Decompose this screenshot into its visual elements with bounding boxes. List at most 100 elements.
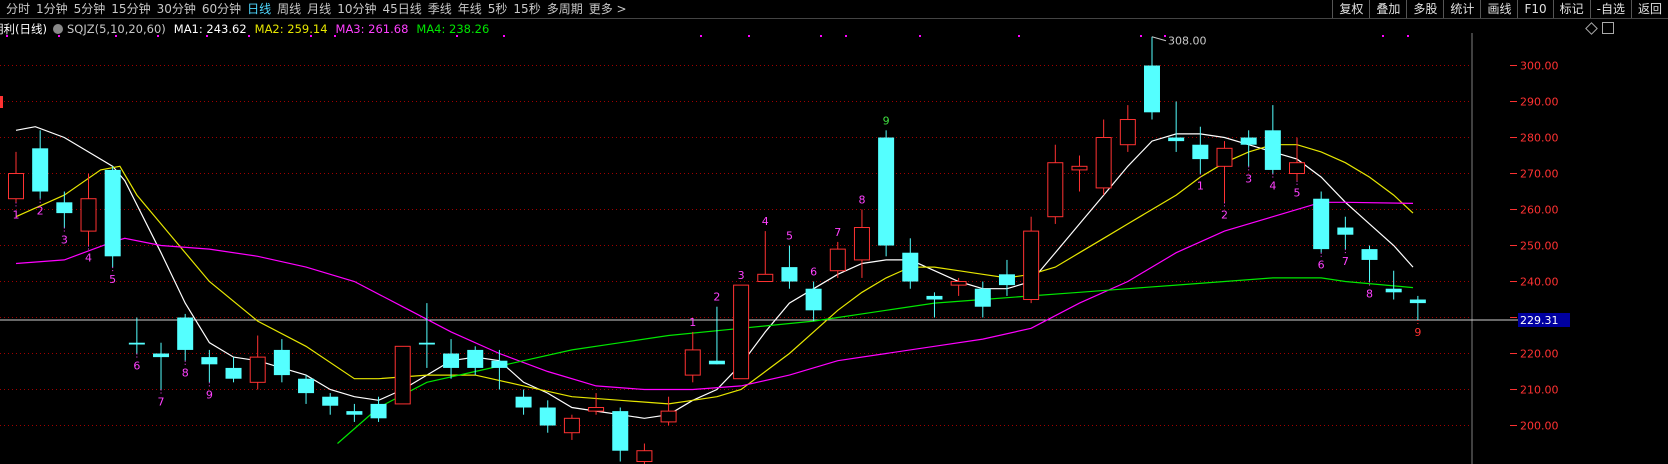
period-tab[interactable]: 年线	[452, 0, 482, 18]
td-count-label: 7	[834, 226, 841, 239]
candle-body	[1119, 119, 1136, 146]
candle-body	[515, 396, 532, 408]
candle-body	[8, 173, 24, 200]
td-count-label: 5	[786, 230, 793, 243]
axis-label: 290.00	[1520, 96, 1559, 109]
axis-label: 200.00	[1520, 420, 1559, 433]
candle-body	[394, 345, 411, 405]
current-price-label: 229.31	[1520, 314, 1559, 327]
right-tools: 复权 叠加 多股 统计 画线 F10 标记 -自选 返回	[1332, 0, 1668, 18]
candle-body	[443, 353, 460, 368]
candle-body	[80, 198, 97, 232]
period-tab[interactable]: 5秒	[482, 0, 508, 18]
td-count-label: 9	[206, 388, 213, 401]
period-tab[interactable]: 多周期	[541, 0, 583, 18]
ma2-value: MA2: 259.14	[254, 22, 328, 36]
td-count-label: 5	[1294, 187, 1301, 200]
candle-body	[1264, 130, 1281, 170]
candle-body	[612, 411, 629, 451]
top-dot	[503, 35, 505, 37]
candle-body	[370, 403, 387, 419]
candle-body	[418, 342, 435, 345]
candle-body	[902, 252, 919, 282]
candle-body	[1240, 137, 1257, 145]
period-tab[interactable]: 日线	[241, 0, 271, 18]
period-tab[interactable]: 10分钟	[331, 0, 376, 18]
top-dot	[1140, 35, 1142, 37]
td-count-label: 6	[1318, 259, 1325, 272]
toolbar: 分时 1分钟 5分钟 15分钟 30分钟 60分钟 日线 周线 月线 10分钟 45日线 季线 年线 5秒…	[0, 0, 1668, 19]
period-tab[interactable]: 5分钟	[68, 0, 106, 18]
top-dot	[748, 35, 750, 37]
tool-button[interactable]: 返回	[1630, 0, 1668, 18]
candle-body	[1361, 249, 1378, 260]
top-dot	[700, 35, 702, 37]
candle-body	[1192, 144, 1209, 160]
max-price-label: 308.00	[1168, 35, 1207, 48]
td-count-label: 5	[109, 273, 116, 286]
td-count-label: 1	[689, 316, 696, 329]
period-tab[interactable]: 分时	[0, 0, 30, 18]
tool-button[interactable]: 统计	[1443, 0, 1480, 18]
indicator-name[interactable]: SQJZ(5,10,20,60)	[67, 22, 166, 36]
period-tab[interactable]: 45日线	[376, 0, 421, 18]
candle-body	[467, 349, 484, 368]
axis-label: 210.00	[1520, 384, 1559, 397]
window-icon[interactable]	[1602, 22, 1614, 34]
candle-body	[878, 137, 895, 246]
candle-body	[153, 353, 170, 358]
price-grid	[0, 33, 1520, 464]
td-count-label: 3	[738, 269, 745, 282]
tool-button[interactable]: 多股	[1406, 0, 1443, 18]
td-count-label: 8	[1366, 288, 1373, 301]
candle-body	[950, 281, 967, 286]
tool-button[interactable]: F10	[1517, 0, 1552, 18]
candle-body	[322, 396, 339, 406]
axis-label: 250.00	[1520, 240, 1559, 253]
settings-icon[interactable]	[52, 24, 63, 34]
candle-body	[1071, 165, 1088, 171]
td-count-label: 1	[1197, 180, 1204, 193]
tool-button[interactable]: -自选	[1589, 0, 1631, 18]
tool-button[interactable]: 叠加	[1369, 0, 1406, 18]
tool-button[interactable]: 标记	[1552, 0, 1590, 18]
candle-body	[1385, 288, 1402, 293]
candle-body	[1023, 230, 1040, 301]
candle-body	[757, 273, 774, 283]
period-tab[interactable]: 15秒	[507, 0, 540, 18]
period-tab[interactable]: 月线	[301, 0, 331, 18]
ma4-value: MA4: 238.26	[416, 22, 490, 36]
period-tab[interactable]: 1分钟	[30, 0, 68, 18]
td-count-label: 7	[1342, 255, 1349, 268]
tool-button[interactable]: 画线	[1480, 0, 1517, 18]
td-count-label: 9	[883, 114, 890, 127]
candle-body	[829, 248, 846, 272]
axis-label: 270.00	[1520, 168, 1559, 181]
kline-chart[interactable]: 1 2 3 4 5 6 7 8 9 1 2 3 4 5 6 7 8 9 1 2 3 4 5 6 7 8 9 308.00 200.00…	[0, 0, 1668, 464]
top-dot	[919, 35, 921, 37]
td-count-label: 8	[858, 194, 865, 207]
candle-body	[177, 317, 194, 350]
tool-button[interactable]: 复权	[1332, 0, 1369, 18]
candle-body	[1409, 299, 1426, 304]
period-tab[interactable]: 更多 >	[583, 0, 627, 18]
candle-body	[853, 227, 870, 261]
period-tab[interactable]: 15分钟	[105, 0, 150, 18]
candle-body	[1337, 227, 1354, 235]
top-dot	[845, 35, 847, 37]
top-dot	[820, 35, 822, 37]
period-tab[interactable]: 60分钟	[196, 0, 241, 18]
indicator-info: 明利(日线) SQJZ(5,10,20,60) MA1: 243.62 MA2:…	[0, 21, 489, 37]
left-marker	[0, 96, 3, 108]
candle-body	[926, 295, 943, 300]
td-count-label: 2	[713, 291, 720, 304]
period-tab[interactable]: 30分钟	[151, 0, 196, 18]
ma3-value: MA3: 261.68	[335, 22, 409, 36]
candle-body	[539, 407, 556, 426]
candle-body	[1216, 147, 1233, 167]
candle-body	[1313, 198, 1330, 250]
period-tab[interactable]: 季线	[422, 0, 452, 18]
td-count-label: 2	[37, 205, 44, 218]
td-count-label: 9	[1414, 326, 1421, 339]
period-tab[interactable]: 周线	[271, 0, 301, 18]
